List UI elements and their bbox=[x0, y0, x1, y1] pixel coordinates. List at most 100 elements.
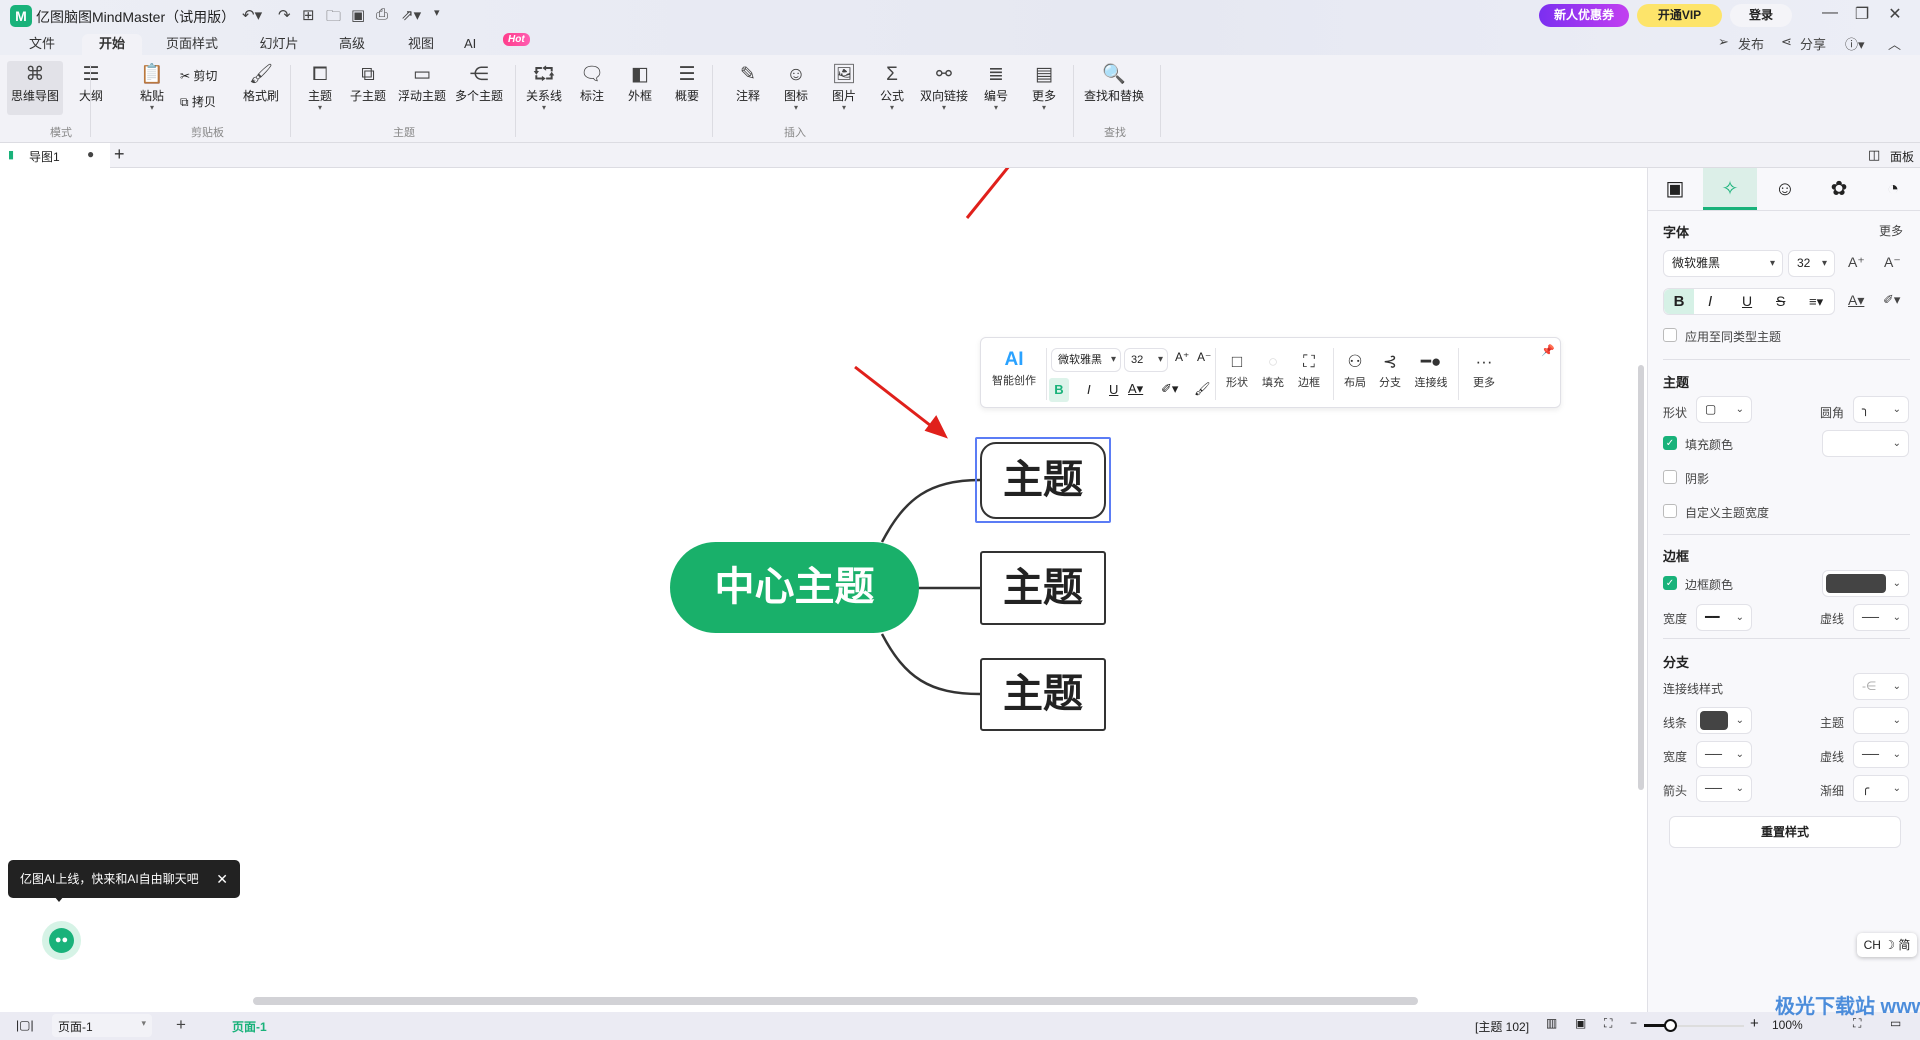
menu-tab-start[interactable]: 开始 bbox=[82, 34, 142, 56]
line-color-select[interactable]: ⌄ bbox=[1696, 707, 1752, 734]
customize-icon[interactable]: ▾ bbox=[434, 6, 440, 19]
reset-style-button[interactable]: 重置样式 bbox=[1669, 816, 1901, 848]
border-dash-select[interactable]: ── ⌄ bbox=[1853, 604, 1909, 631]
zoom-out-button[interactable]: − bbox=[1630, 1016, 1637, 1030]
shape-button[interactable]: □ 形状 bbox=[1221, 350, 1253, 390]
restore-icon[interactable]: ❐ bbox=[1850, 4, 1874, 24]
font-select[interactable]: 微软雅黑 ▾ bbox=[1051, 348, 1121, 372]
minimize-icon[interactable]: — bbox=[1818, 4, 1842, 22]
formula-button[interactable]: Σ 公式 ▾ bbox=[878, 63, 906, 112]
decrease-font-icon[interactable]: A⁻ bbox=[1884, 254, 1901, 271]
bold-button[interactable]: B bbox=[1049, 378, 1069, 402]
central-topic[interactable]: 中心主题 bbox=[670, 542, 919, 633]
paste-button[interactable]: 📋 粘贴 ▾ bbox=[135, 63, 169, 112]
page-sidebar-icon[interactable]: |▢| bbox=[16, 1018, 34, 1032]
copy-button[interactable]: ⧉ 拷贝 bbox=[180, 93, 216, 110]
close-tooltip-icon[interactable]: ✕ bbox=[216, 860, 228, 898]
shape-select[interactable]: ▢ ⌄ bbox=[1696, 396, 1752, 423]
login-button[interactable]: 登录 bbox=[1730, 4, 1792, 27]
topic-button[interactable]: ⧠ 主题 ▾ bbox=[304, 63, 336, 112]
menu-tab-page-style[interactable]: 页面样式 bbox=[162, 34, 222, 55]
border-button[interactable]: ⛶ 边框 bbox=[1293, 350, 1325, 390]
add-tab-button[interactable]: + bbox=[114, 144, 125, 165]
floating-topic-button[interactable]: ▭ 浮动主题 bbox=[396, 63, 448, 104]
fill-color-checkbox[interactable]: ✓ bbox=[1663, 436, 1677, 450]
font-size-select[interactable]: 32 ▾ bbox=[1124, 348, 1168, 372]
custom-width-checkbox[interactable] bbox=[1663, 504, 1677, 518]
layout-button[interactable]: ⚇ 布局 bbox=[1339, 350, 1371, 390]
numbering-button[interactable]: ≣ 编号 ▾ bbox=[982, 63, 1010, 112]
callout-button[interactable]: 🗨 标注 bbox=[578, 63, 606, 104]
border-width-select[interactable]: ━━ ⌄ bbox=[1696, 604, 1752, 631]
format-brush-icon[interactable]: 🖌 bbox=[1194, 381, 1211, 397]
zoom-in-button[interactable]: + bbox=[1750, 1015, 1759, 1032]
panel-toggle-icon[interactable]: ◫ bbox=[1868, 147, 1880, 163]
more-insert-button[interactable]: ▤ 更多 ▾ bbox=[1030, 63, 1058, 112]
border-color-checkbox[interactable]: ✓ bbox=[1663, 576, 1677, 590]
shadow-checkbox[interactable] bbox=[1663, 470, 1677, 484]
unsaved-dot-icon[interactable]: ● bbox=[87, 147, 94, 161]
font-more-link[interactable]: 更多 bbox=[1879, 222, 1903, 239]
document-tab[interactable]: ▮ 导图1 ● bbox=[0, 143, 110, 168]
branch-button[interactable]: ⊰ 分支 bbox=[1374, 350, 1406, 390]
highlighter-icon[interactable]: ✐▾ bbox=[1883, 292, 1900, 308]
zoom-slider[interactable] bbox=[1644, 1019, 1744, 1032]
border-color-select[interactable]: ⌄ bbox=[1822, 570, 1909, 597]
share-button[interactable]: 分享 bbox=[1800, 34, 1826, 53]
menu-tab-file[interactable]: 文件 bbox=[12, 34, 72, 55]
panel-tab-theme[interactable]: ✿ bbox=[1812, 168, 1866, 210]
bold-button[interactable]: B bbox=[1664, 289, 1694, 314]
align-icon[interactable]: ≡▾ bbox=[1809, 289, 1823, 314]
format-painter-button[interactable]: 🖌 格式刷 bbox=[240, 63, 282, 104]
boundary-button[interactable]: ◧ 外框 bbox=[626, 63, 654, 104]
canvas[interactable]: 中心主题 主题 主题 主题 AI 智能创作 微软雅黑 ▾ 32 ▾ A⁺ A⁻ B I… bbox=[0, 168, 1645, 1012]
help-icon[interactable]: ⓘ▾ bbox=[1845, 34, 1865, 53]
ime-indicator[interactable]: CH ☽ 简 bbox=[1857, 933, 1917, 957]
publish-icon[interactable]: ➢ bbox=[1718, 34, 1729, 50]
export-icon[interactable]: ⇗▾ bbox=[401, 6, 421, 24]
menu-tab-slides[interactable]: 幻灯片 bbox=[249, 34, 309, 55]
outline-mode-button[interactable]: ☰大纲 bbox=[74, 63, 108, 104]
page-select[interactable]: 页面-1 ▾ bbox=[52, 1014, 152, 1037]
apply-same-type-checkbox[interactable] bbox=[1663, 328, 1677, 342]
panel-toggle-button[interactable]: 面板 bbox=[1890, 148, 1914, 165]
panel-size-select[interactable]: 32 ▾ bbox=[1788, 250, 1835, 277]
summary-button[interactable]: ☰ 概要 bbox=[673, 63, 701, 104]
branch-width-select[interactable]: ── ⌄ bbox=[1696, 741, 1752, 768]
connector-button[interactable]: ━● 连接线 bbox=[1410, 350, 1452, 390]
fullscreen-icon[interactable]: ⛶ bbox=[1604, 1016, 1612, 1031]
zoom-level[interactable]: 100% bbox=[1772, 1018, 1803, 1032]
relationship-button[interactable]: ⮔ 关系线 ▾ bbox=[524, 63, 564, 112]
menu-tab-advanced[interactable]: 高级 bbox=[322, 34, 382, 55]
page-tab[interactable]: 页面-1 bbox=[232, 1018, 267, 1035]
multiple-topics-button[interactable]: ⋲ 多个主题 bbox=[453, 63, 505, 104]
horizontal-scrollbar[interactable] bbox=[253, 997, 1418, 1005]
fill-button[interactable]: ○ 填充 bbox=[1257, 350, 1289, 390]
vertical-scrollbar[interactable] bbox=[1638, 365, 1644, 790]
corner-select[interactable]: ╮ ⌄ bbox=[1853, 396, 1909, 423]
panel-font-select[interactable]: 微软雅黑 ▾ bbox=[1663, 250, 1783, 277]
note-button[interactable]: ✎ 注释 bbox=[734, 63, 762, 104]
mindmap-mode-button[interactable]: ⌘ 思维导图 bbox=[7, 61, 63, 115]
font-color-icon[interactable]: A▾ bbox=[1848, 292, 1864, 309]
underline-button[interactable]: U bbox=[1109, 382, 1118, 397]
panel-tab-icons[interactable]: ☺ bbox=[1758, 168, 1812, 210]
italic-button[interactable]: I bbox=[1708, 289, 1712, 314]
redo-icon[interactable]: ↷ bbox=[278, 6, 291, 24]
ai-create-button[interactable]: AI 智能创作 bbox=[989, 348, 1039, 388]
more-button[interactable]: ··· 更多 bbox=[1466, 350, 1502, 390]
connector-style-select[interactable]: -∈ ⌄ bbox=[1853, 673, 1909, 700]
add-page-button[interactable]: + bbox=[176, 1015, 186, 1035]
find-replace-button[interactable]: 🔍 查找和替换 bbox=[1083, 63, 1145, 104]
vip-button[interactable]: 开通VIP bbox=[1637, 4, 1722, 27]
print-icon[interactable]: ⎙ bbox=[376, 6, 388, 23]
map-view-icon[interactable]: ▥ bbox=[1546, 1016, 1557, 1030]
topic-node[interactable]: 主题 bbox=[980, 442, 1106, 519]
panel-tab-ai-style[interactable]: ✧ bbox=[1703, 168, 1757, 210]
strikethrough-button[interactable]: S bbox=[1776, 289, 1785, 314]
subtopic-button[interactable]: ⧉ 子主题 bbox=[348, 63, 388, 104]
panel-tab-style[interactable]: ▣ bbox=[1648, 168, 1702, 210]
save-icon[interactable]: ▣ bbox=[351, 6, 365, 24]
decrease-font-icon[interactable]: A⁻ bbox=[1197, 350, 1211, 364]
arrow-select[interactable]: ── ⌄ bbox=[1696, 775, 1752, 802]
